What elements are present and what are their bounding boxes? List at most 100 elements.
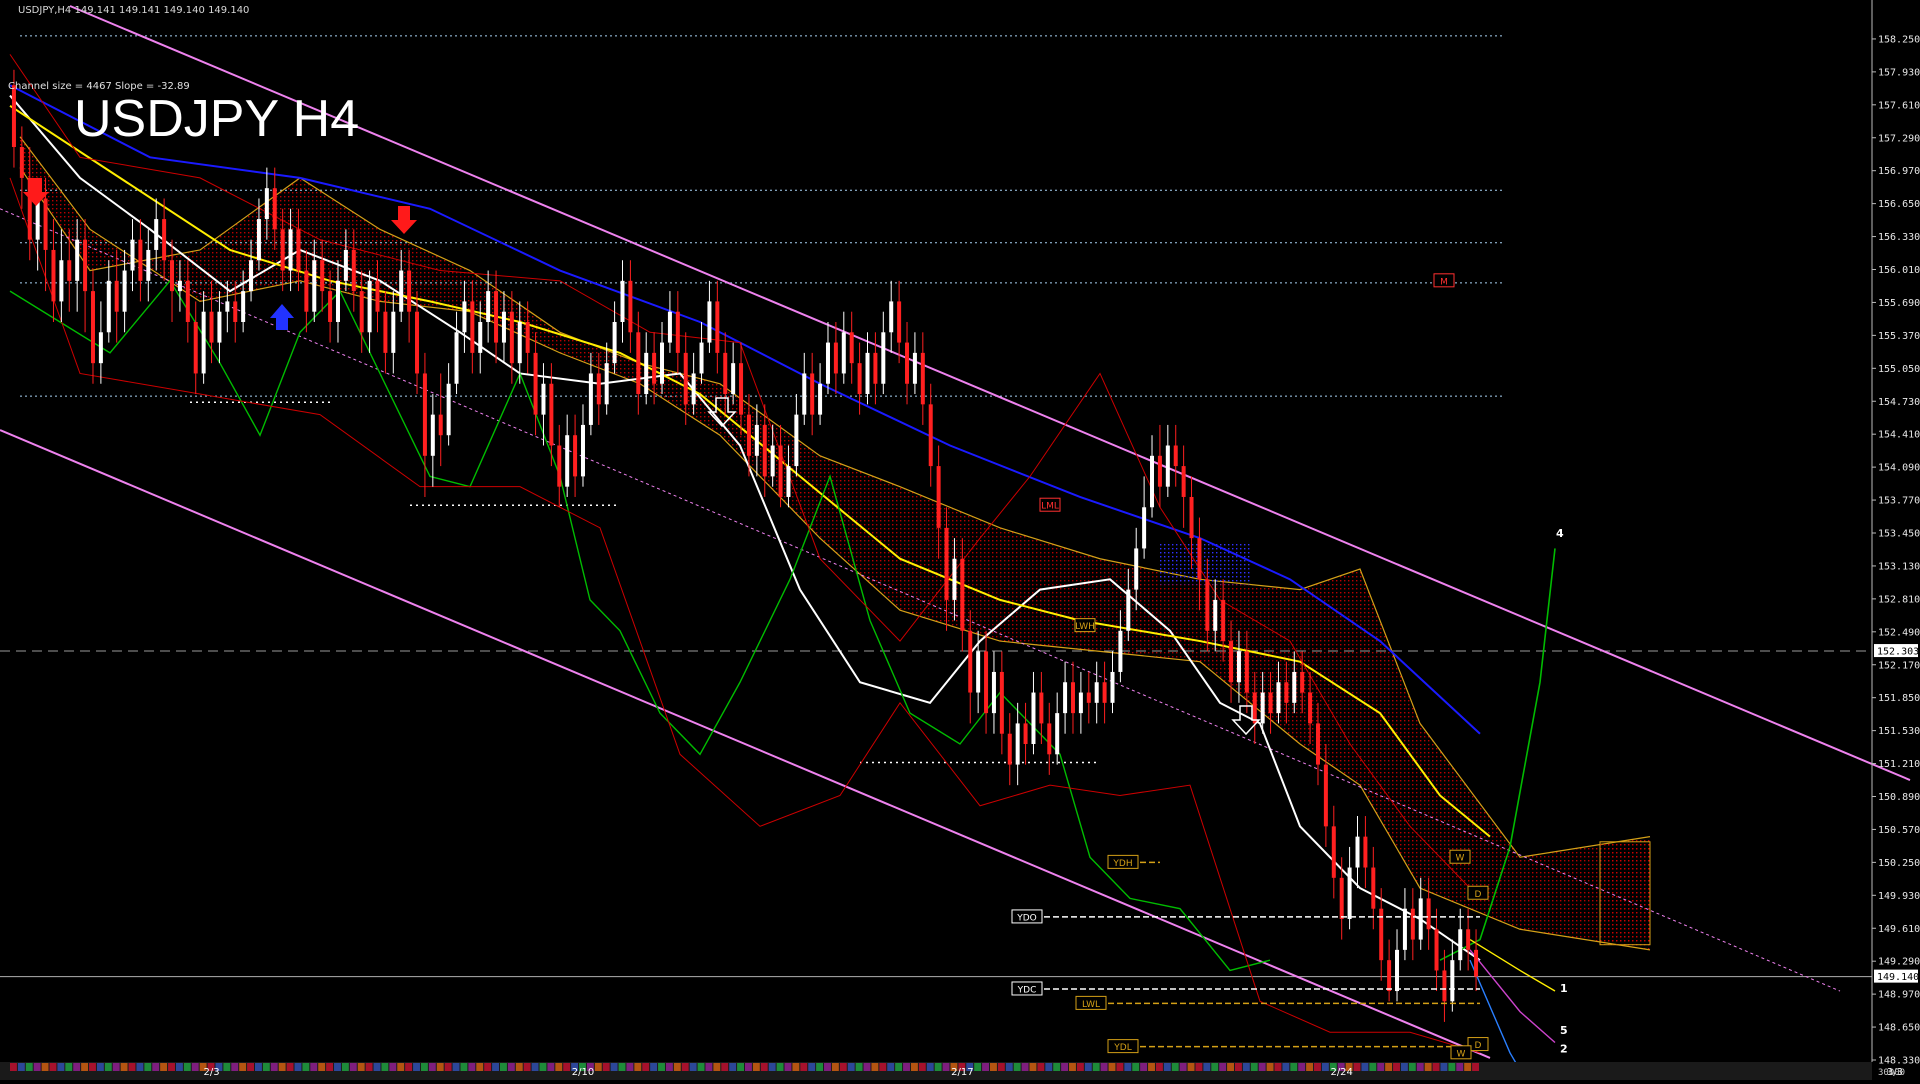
volume-bar — [302, 1063, 310, 1071]
volume-bar — [104, 1063, 112, 1071]
volume-bar — [65, 1063, 73, 1071]
candle-body — [865, 352, 870, 395]
candle-body — [1371, 867, 1376, 909]
volume-bar — [1385, 1063, 1393, 1071]
candle-body — [580, 424, 585, 477]
candle-body — [517, 321, 522, 364]
volume-bar — [413, 1063, 420, 1071]
candle-body — [1110, 671, 1115, 703]
volume-bar — [1076, 1063, 1084, 1071]
symbol-line: USDJPY,H4 149.141 149.141 149.140 149.14… — [18, 5, 249, 16]
candle-body — [1150, 455, 1155, 508]
volume-bar — [681, 1063, 689, 1071]
volume-bar — [990, 1063, 997, 1071]
candle-body — [312, 260, 317, 312]
volume-bar — [721, 1063, 729, 1071]
volume-bar — [768, 1063, 776, 1071]
candle-body — [399, 270, 404, 312]
volume-bar — [341, 1063, 349, 1071]
volume-bar — [223, 1063, 231, 1071]
candle-body — [90, 291, 95, 364]
candle-body — [1426, 898, 1431, 930]
candle-body — [1165, 445, 1170, 487]
candle-body — [320, 260, 325, 292]
volume-bar — [689, 1063, 697, 1071]
candle-body — [723, 352, 728, 395]
volume-bar — [855, 1063, 863, 1071]
volume-bar — [294, 1063, 302, 1071]
volume-bar — [871, 1063, 879, 1071]
volume-bar — [658, 1063, 665, 1071]
volume-bar — [1061, 1063, 1069, 1071]
candle-body — [762, 424, 767, 477]
price-tick-label: 156.970 — [1878, 166, 1920, 177]
candle-body — [470, 301, 475, 353]
volume-bar — [1132, 1063, 1140, 1071]
volume-bar — [247, 1063, 254, 1071]
candle-body — [1189, 496, 1194, 539]
volume-bar — [334, 1063, 341, 1071]
candle-body — [1086, 692, 1091, 703]
volume-bar — [713, 1063, 721, 1071]
projection-label: 1 — [1560, 982, 1568, 995]
candle-body — [407, 270, 412, 312]
candle-body — [59, 260, 64, 302]
volume-bar — [800, 1063, 808, 1071]
candle-body — [75, 239, 80, 281]
volume-bar — [1298, 1063, 1306, 1071]
volume-bar — [1124, 1063, 1132, 1071]
candle-body — [889, 301, 894, 333]
price-tick-label: 156.010 — [1878, 265, 1920, 276]
candle-body — [1466, 929, 1471, 950]
volume-bar — [1448, 1063, 1456, 1071]
volume-bar — [760, 1063, 768, 1071]
volume-bar — [705, 1063, 713, 1071]
candle-body — [501, 311, 506, 343]
volume-bar — [160, 1063, 168, 1071]
candle-body — [636, 332, 641, 395]
volume-bar — [262, 1063, 270, 1071]
candle-body — [810, 373, 815, 415]
volume-bar — [1163, 1063, 1171, 1071]
volume-bar — [10, 1063, 17, 1071]
price-tick-label: 156.330 — [1878, 232, 1920, 243]
indicator-tag-label: LML — [1041, 502, 1059, 512]
price-tick-label: 153.770 — [1878, 496, 1920, 507]
volume-bar — [642, 1063, 650, 1071]
volume-bar — [500, 1063, 507, 1071]
volume-bar — [349, 1063, 357, 1071]
volume-bar — [1219, 1063, 1227, 1071]
candle-body — [462, 301, 467, 333]
volume-bar — [634, 1063, 642, 1071]
candle-body — [541, 383, 546, 415]
candle-body — [928, 404, 933, 467]
candle-body — [667, 311, 672, 343]
candle-body — [612, 321, 617, 364]
volume-bar — [1171, 1063, 1179, 1071]
price-tick-label: 151.210 — [1878, 759, 1920, 770]
price-tick-label: 148.650 — [1878, 1023, 1920, 1034]
volume-bar — [96, 1063, 104, 1071]
candle-body — [154, 219, 159, 250]
candle-body — [233, 301, 238, 322]
candle-body — [1347, 867, 1352, 919]
volume-bar — [808, 1063, 816, 1071]
candle-body — [557, 445, 562, 487]
indicator-tag-label: M — [1440, 277, 1448, 287]
candle-body — [1070, 682, 1075, 714]
volume-bar — [484, 1063, 492, 1071]
price-tick-label: 153.130 — [1878, 561, 1920, 572]
volume-bar — [863, 1063, 871, 1071]
candle-body — [359, 291, 364, 333]
candle-body — [1331, 826, 1336, 878]
volume-bar — [1242, 1063, 1250, 1071]
volume-bar — [1408, 1063, 1416, 1071]
candle-body — [770, 445, 775, 477]
candle-body — [383, 311, 388, 353]
candle-body — [1134, 548, 1139, 590]
candle-body — [1055, 713, 1060, 755]
price-chart[interactable]: YDHYDOYDCLWLYDLLMLLWHWDDWM1245 158.25015… — [0, 0, 1920, 1084]
volume-bar — [752, 1063, 760, 1071]
candle-body — [288, 229, 293, 271]
price-tick-label: 157.610 — [1878, 100, 1920, 111]
